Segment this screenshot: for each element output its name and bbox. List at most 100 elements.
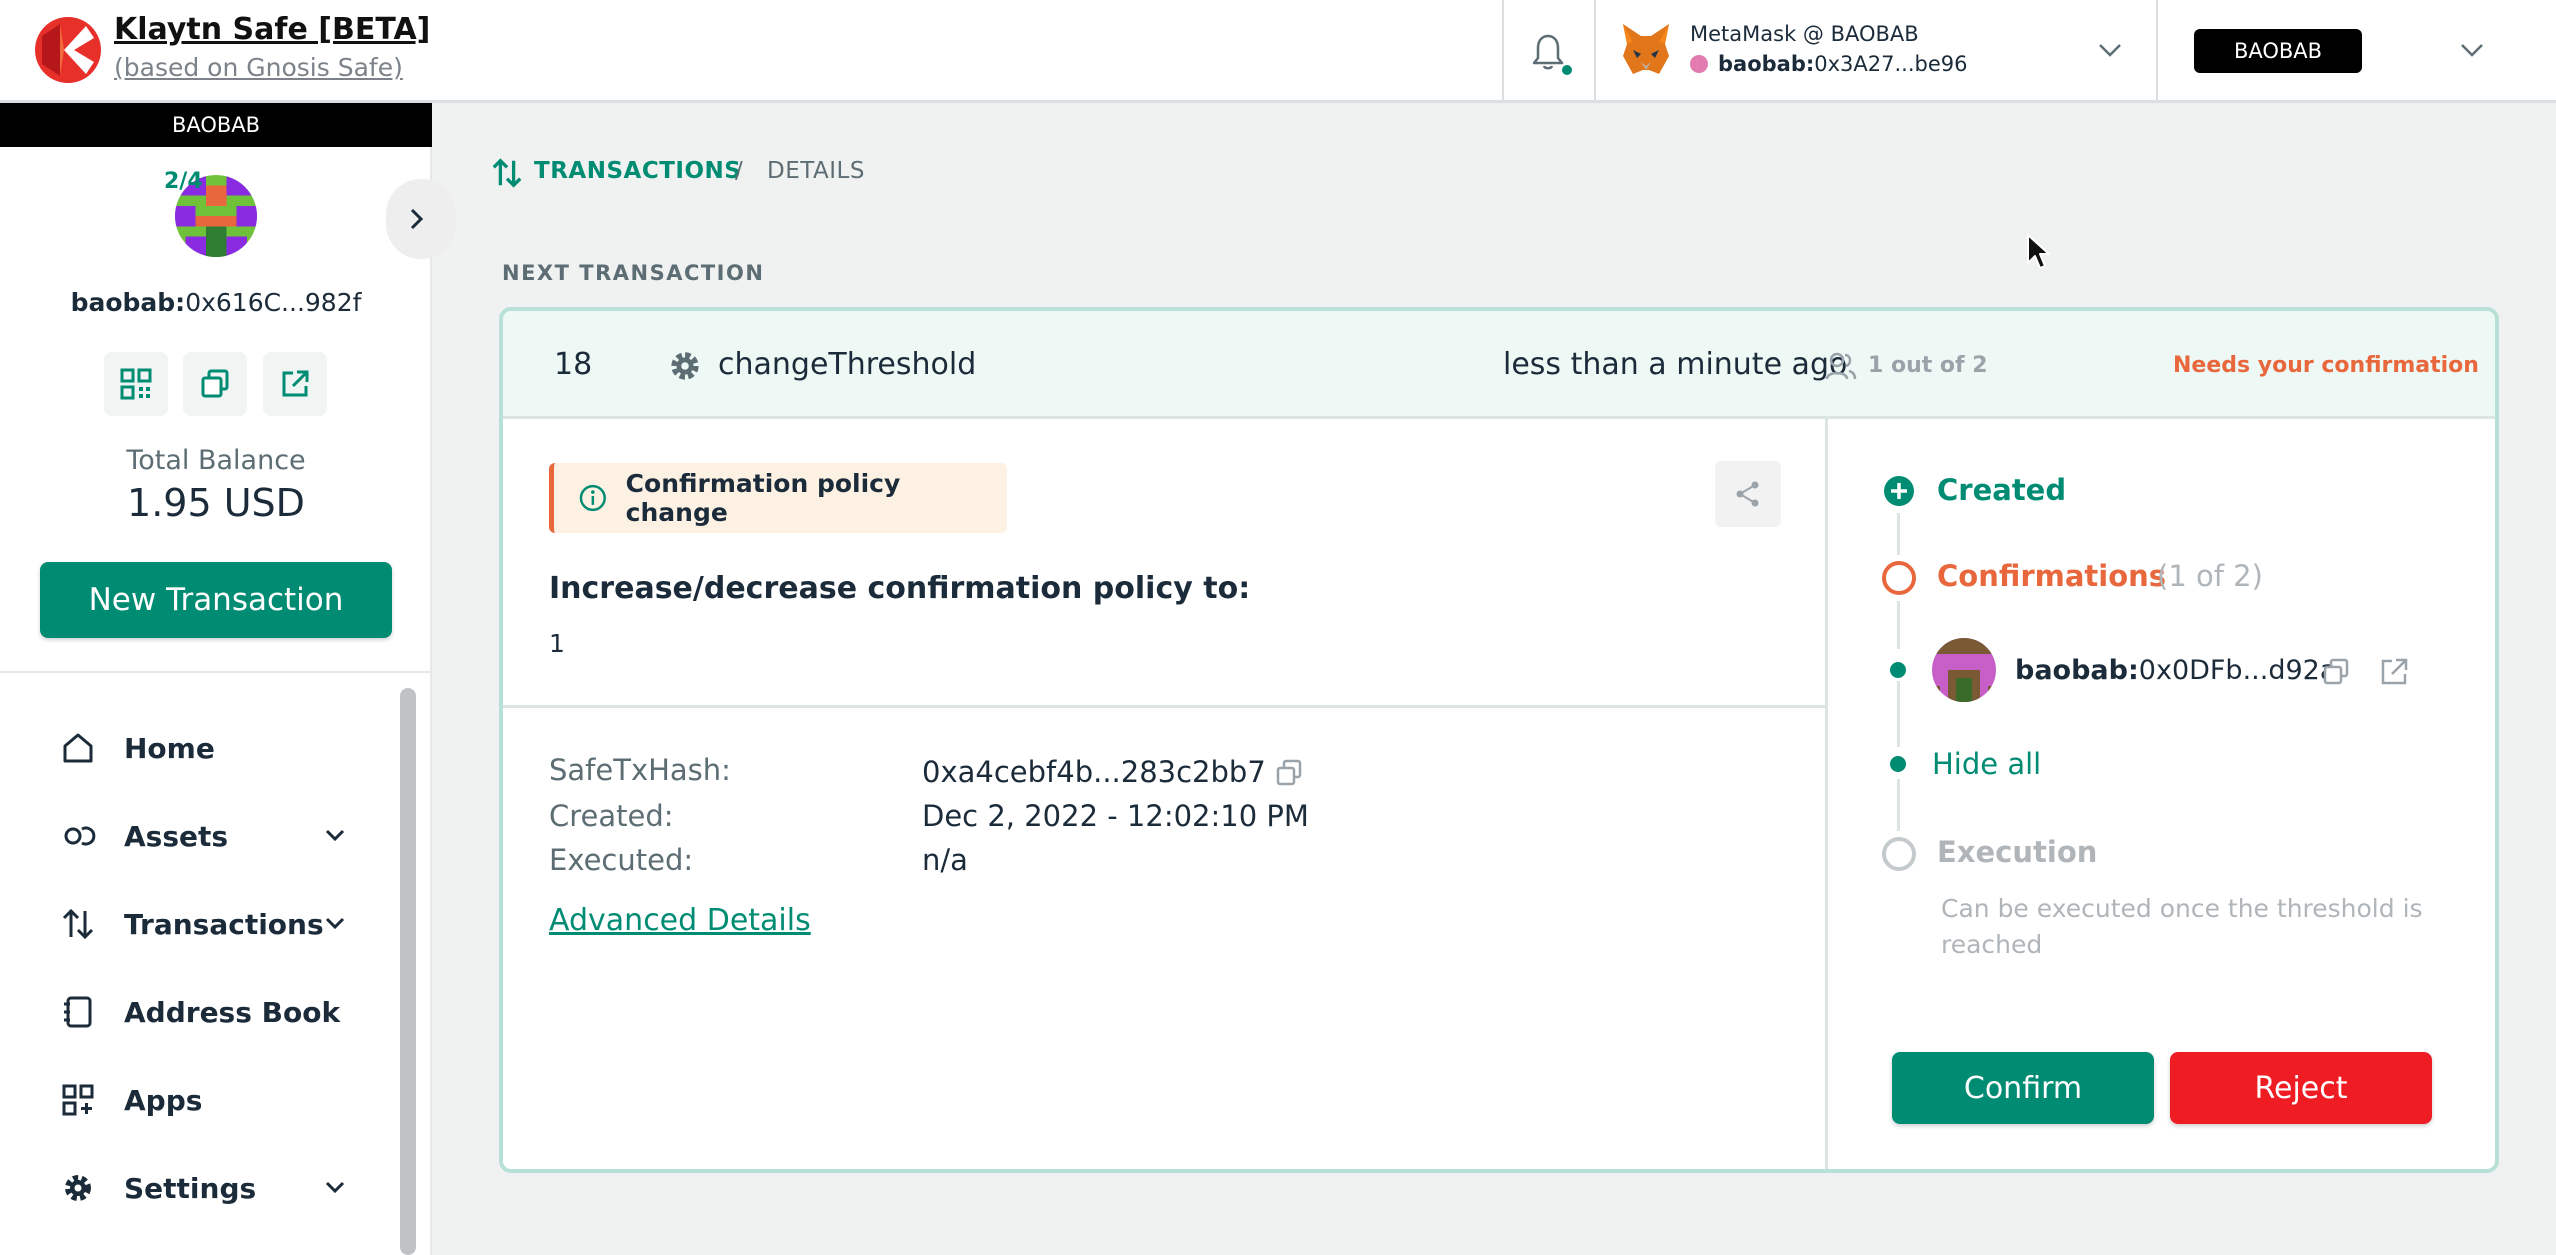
sidebar-item-assets[interactable]: Assets xyxy=(60,811,370,861)
address-book-icon xyxy=(64,996,92,1028)
created-label: Created: xyxy=(549,799,674,833)
share-button[interactable] xyxy=(1715,461,1781,527)
gear-icon xyxy=(671,352,699,380)
tx-status: Needs your confirmation xyxy=(2173,353,2479,378)
wallet-identicon xyxy=(1690,55,1708,73)
column-divider xyxy=(1825,419,1828,1169)
timeline-confirmations-count: (1 of 2) xyxy=(2157,559,2263,593)
confirm-button[interactable]: Confirm xyxy=(1892,1052,2154,1124)
transaction-summary-row[interactable]: 18 changeThreshold less than a minute ag… xyxy=(503,311,2495,419)
chevron-down-icon xyxy=(325,829,345,842)
section-divider xyxy=(503,705,1825,708)
header-divider xyxy=(1594,0,1596,103)
created-value: Dec 2, 2022 - 12:02:10 PM xyxy=(922,799,1309,833)
timeline-dot xyxy=(1890,662,1906,678)
threshold-badge: 2/4 xyxy=(164,169,203,194)
sidebar-network-bar: BAOBAB xyxy=(0,103,432,147)
breadcrumb-current: DETAILS xyxy=(767,158,865,184)
owner-addr-value: 0x0DFb...d92a xyxy=(2138,655,2337,686)
brand-subtitle-link[interactable]: (based on Gnosis Safe) xyxy=(114,53,403,82)
chevron-down-icon[interactable] xyxy=(2096,38,2124,62)
breadcrumb-separator: / xyxy=(735,158,743,184)
transaction-card: 18 changeThreshold less than a minute ag… xyxy=(499,307,2499,1173)
assets-icon xyxy=(64,826,96,846)
wallet-addr-value: 0x3A27...be96 xyxy=(1814,52,1968,76)
notification-dot xyxy=(1560,63,1574,77)
copy-icon xyxy=(201,369,229,398)
sidebar-item-transactions[interactable]: Transactions xyxy=(60,899,370,949)
safe-tx-hash-value: 0xa4cebf4b...283c2bb7 xyxy=(922,755,1266,789)
tx-method: changeThreshold xyxy=(718,347,977,382)
top-header: Klaytn Safe [BETA] (based on Gnosis Safe… xyxy=(0,0,2556,103)
timeline-line xyxy=(1897,681,1900,747)
owner-avatar xyxy=(1932,638,1996,702)
timeline-line xyxy=(1897,601,1900,649)
copy-icon[interactable] xyxy=(2321,657,2351,687)
sidebar-item-label: Transactions xyxy=(124,907,324,941)
policy-title: Increase/decrease confirmation policy to… xyxy=(549,571,1251,606)
timeline-created: Created xyxy=(1937,473,2067,507)
sidebar-item-label: Apps xyxy=(124,1083,203,1117)
header-divider xyxy=(1502,0,1504,103)
sidebar-divider xyxy=(0,671,432,673)
advanced-details-link[interactable]: Advanced Details xyxy=(549,903,811,938)
safe-address: baobab:0x616C...982f xyxy=(0,288,432,317)
chevron-down-icon[interactable] xyxy=(2458,38,2486,62)
timeline-confirmations: Confirmations xyxy=(1937,559,2167,593)
sidebar-item-label: Settings xyxy=(124,1171,257,1205)
reject-button[interactable]: Reject xyxy=(2170,1052,2432,1124)
sidebar-item-apps[interactable]: Apps xyxy=(60,1075,370,1125)
share-icon xyxy=(1736,481,1759,507)
safe-addr-prefix: baobab: xyxy=(70,288,186,317)
transactions-icon xyxy=(492,158,522,188)
section-title: NEXT TRANSACTION xyxy=(502,261,765,285)
sidebar-collapse-button[interactable] xyxy=(386,179,456,259)
transactions-icon xyxy=(62,908,94,940)
tx-nonce: 18 xyxy=(554,347,593,382)
safe-tx-hash-label: SafeTxHash: xyxy=(549,753,731,787)
hide-all-link[interactable]: Hide all xyxy=(1932,747,2041,781)
open-explorer-button[interactable] xyxy=(263,352,327,416)
copy-address-button[interactable] xyxy=(183,352,247,416)
tx-time: less than a minute ago xyxy=(1503,347,1848,382)
chevron-down-icon xyxy=(325,1181,345,1194)
timeline-line xyxy=(1897,513,1900,555)
info-icon xyxy=(579,484,606,512)
metamask-fox-icon xyxy=(1623,24,1669,74)
brand-title[interactable]: Klaytn Safe [BETA] xyxy=(114,12,430,47)
klaytn-logo-icon xyxy=(35,17,101,83)
timeline-line xyxy=(1897,779,1900,831)
sidebar-item-home[interactable]: Home xyxy=(60,723,370,773)
plus-circle-icon xyxy=(1884,476,1914,506)
execution-note: Can be executed once the threshold is re… xyxy=(1941,894,2423,959)
external-link-icon[interactable] xyxy=(2379,657,2409,687)
sidebar-scrollbar[interactable] xyxy=(400,688,416,1255)
copy-icon[interactable] xyxy=(1274,758,1304,788)
tx-type-label: Confirmation policy change xyxy=(625,469,901,527)
wallet-address: baobab:0x3A27...be96 xyxy=(1690,52,1968,76)
executed-label: Executed: xyxy=(549,843,694,877)
timeline-dot xyxy=(1890,756,1906,772)
total-balance-value: 1.95 USD xyxy=(127,481,305,525)
wallet-name: MetaMask @ BAOBAB xyxy=(1690,22,1919,46)
new-transaction-button[interactable]: New Transaction xyxy=(40,562,392,638)
qr-code-icon xyxy=(120,368,152,400)
policy-value: 1 xyxy=(549,629,565,658)
qr-code-button[interactable] xyxy=(104,352,168,416)
wallet-addr-prefix: baobab: xyxy=(1718,52,1815,76)
owner-address: baobab:0x0DFb...d92a xyxy=(2015,655,2336,686)
sidebar-item-address-book[interactable]: Address Book xyxy=(60,987,370,1037)
tx-confirmations-count: 1 out of 2 xyxy=(1868,353,1988,378)
apps-icon xyxy=(62,1084,94,1116)
sidebar-item-settings[interactable]: Settings xyxy=(60,1163,370,1213)
gear-icon xyxy=(65,1175,91,1201)
total-balance-label: Total Balance xyxy=(126,445,306,476)
owner-addr-prefix: baobab: xyxy=(2015,655,2139,686)
header-divider xyxy=(2156,0,2158,103)
external-link-icon xyxy=(282,370,309,397)
executed-value: n/a xyxy=(922,843,968,877)
mouse-cursor-icon xyxy=(2027,234,2050,269)
breadcrumb-transactions-link[interactable]: TRANSACTIONS xyxy=(534,158,741,184)
network-badge: BAOBAB xyxy=(2194,29,2362,73)
sidebar-item-label: Address Book xyxy=(124,995,341,1029)
